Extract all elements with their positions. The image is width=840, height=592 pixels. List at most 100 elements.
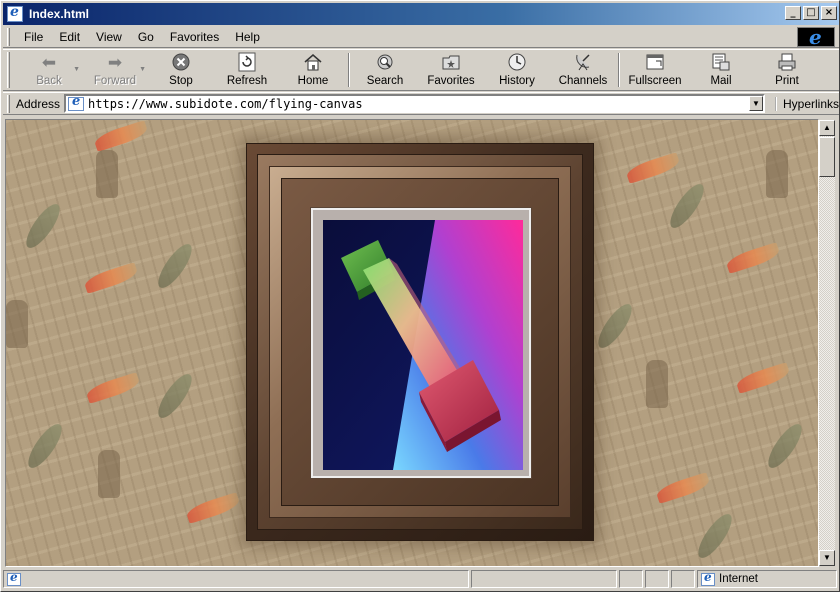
fish-icon bbox=[664, 179, 710, 233]
fish-icon bbox=[762, 419, 808, 473]
print-icon bbox=[776, 51, 798, 73]
print-label: Print bbox=[775, 75, 799, 87]
close-icon: × bbox=[824, 7, 834, 18]
stop-button[interactable]: Stop bbox=[148, 50, 214, 90]
history-button[interactable]: History bbox=[484, 50, 550, 90]
menu-file[interactable]: File bbox=[16, 30, 51, 44]
forward-button[interactable]: ➡ Forward ▼ bbox=[82, 50, 148, 90]
forward-label: Forward bbox=[93, 75, 137, 87]
back-button[interactable]: ⬅ Back ▼ bbox=[16, 50, 82, 90]
vertical-scrollbar[interactable]: ▲ ▼ bbox=[819, 120, 835, 566]
fishing-fly-icon bbox=[724, 242, 782, 274]
fishing-fly-icon bbox=[82, 262, 140, 294]
menu-favorites[interactable]: Favorites bbox=[162, 30, 227, 44]
maximize-button[interactable]: □ bbox=[803, 6, 819, 20]
scroll-down-button[interactable]: ▼ bbox=[819, 550, 835, 566]
status-text-pane bbox=[3, 570, 469, 588]
angler-icon bbox=[98, 450, 120, 498]
address-input[interactable]: https://www.subidote.com/flying-canvas ▼ bbox=[64, 94, 765, 113]
fish-icon bbox=[22, 419, 68, 473]
chevron-down-icon: ▼ bbox=[752, 99, 760, 108]
fullscreen-button[interactable]: Fullscreen bbox=[622, 50, 688, 90]
status-progress-pane bbox=[471, 570, 617, 588]
home-button[interactable]: Home bbox=[280, 50, 346, 90]
back-dropdown-icon[interactable]: ▼ bbox=[73, 66, 80, 73]
hyperlinks-toolbar[interactable]: Hyperlinks bbox=[774, 96, 839, 111]
status-bar: Internet bbox=[3, 569, 839, 589]
fish-icon bbox=[152, 239, 198, 293]
search-icon bbox=[374, 51, 396, 73]
channels-icon bbox=[572, 51, 594, 73]
status-pane-extra bbox=[671, 570, 695, 588]
ie-page-icon bbox=[7, 4, 23, 22]
picture-mat bbox=[310, 207, 532, 479]
toolbar-grip[interactable] bbox=[7, 52, 10, 88]
toolbar-separator bbox=[348, 53, 350, 87]
close-button[interactable]: × bbox=[821, 6, 837, 20]
fish-icon bbox=[692, 509, 738, 563]
back-label: Back bbox=[36, 75, 62, 87]
address-dropdown-button[interactable]: ▼ bbox=[748, 96, 763, 111]
fish-icon bbox=[152, 369, 198, 423]
fishing-fly-icon bbox=[654, 472, 712, 504]
maximize-icon: □ bbox=[806, 7, 816, 18]
page-viewport[interactable] bbox=[5, 119, 819, 567]
angler-icon bbox=[96, 150, 118, 198]
favorites-button[interactable]: Favorites bbox=[418, 50, 484, 90]
fullscreen-icon bbox=[644, 51, 666, 73]
security-zone-pane[interactable]: Internet bbox=[697, 570, 837, 588]
fishing-fly-icon bbox=[84, 372, 142, 404]
fish-icon bbox=[592, 299, 638, 353]
title-bar[interactable]: Index.html _ □ × bbox=[3, 3, 839, 25]
fishing-fly-icon bbox=[184, 492, 242, 524]
refresh-button[interactable]: Refresh bbox=[214, 50, 280, 90]
mail-button[interactable]: Mail bbox=[688, 50, 754, 90]
home-icon bbox=[302, 51, 324, 73]
menu-go[interactable]: Go bbox=[130, 30, 162, 44]
print-button[interactable]: Print bbox=[754, 50, 820, 90]
fishing-fly-icon bbox=[624, 152, 682, 184]
arrow-up-icon: ▲ bbox=[823, 123, 831, 132]
back-arrow-icon: ⬅ bbox=[41, 52, 57, 72]
angler-icon bbox=[6, 300, 28, 348]
scroll-up-button[interactable]: ▲ bbox=[819, 120, 835, 136]
address-grip[interactable] bbox=[7, 94, 10, 113]
status-pane-offline bbox=[645, 570, 669, 588]
internet-zone-icon bbox=[701, 570, 715, 586]
stop-icon bbox=[170, 51, 192, 73]
menu-help[interactable]: Help bbox=[227, 30, 268, 44]
search-button[interactable]: Search bbox=[352, 50, 418, 90]
menu-view[interactable]: View bbox=[88, 30, 130, 44]
artwork-illustration bbox=[323, 220, 523, 470]
picture-frame bbox=[246, 143, 594, 541]
arrow-down-icon: ▼ bbox=[823, 553, 831, 562]
fishing-fly-icon bbox=[92, 120, 150, 152]
mail-icon bbox=[710, 51, 732, 73]
minimize-icon: _ bbox=[790, 7, 796, 18]
address-url[interactable]: https://www.subidote.com/flying-canvas bbox=[88, 97, 363, 111]
toolbar-separator bbox=[618, 53, 620, 87]
search-label: Search bbox=[366, 75, 404, 87]
stop-label: Stop bbox=[169, 75, 193, 87]
address-label: Address bbox=[15, 96, 61, 111]
menu-edit[interactable]: Edit bbox=[51, 30, 88, 44]
address-bar: Address https://www.subidote.com/flying-… bbox=[3, 92, 839, 115]
fish-icon bbox=[20, 199, 66, 253]
angler-icon bbox=[646, 360, 668, 408]
scrollbar-thumb[interactable] bbox=[819, 137, 835, 177]
home-label: Home bbox=[297, 75, 329, 87]
channels-button[interactable]: Channels bbox=[550, 50, 616, 90]
ie-logo-icon bbox=[797, 25, 835, 49]
favorites-icon bbox=[440, 51, 462, 73]
mail-label: Mail bbox=[710, 75, 732, 87]
window-title: Index.html bbox=[29, 7, 90, 21]
history-label: History bbox=[499, 75, 535, 87]
forward-dropdown-icon[interactable]: ▼ bbox=[139, 66, 146, 73]
abstract-artwork[interactable] bbox=[323, 220, 523, 470]
menu-bar: File Edit View Go Favorites Help bbox=[3, 25, 839, 49]
angler-icon bbox=[766, 150, 788, 198]
menu-grip[interactable] bbox=[7, 27, 10, 46]
fishing-fly-icon bbox=[734, 362, 792, 394]
favorites-label: Favorites bbox=[427, 75, 475, 87]
minimize-button[interactable]: _ bbox=[785, 6, 801, 20]
